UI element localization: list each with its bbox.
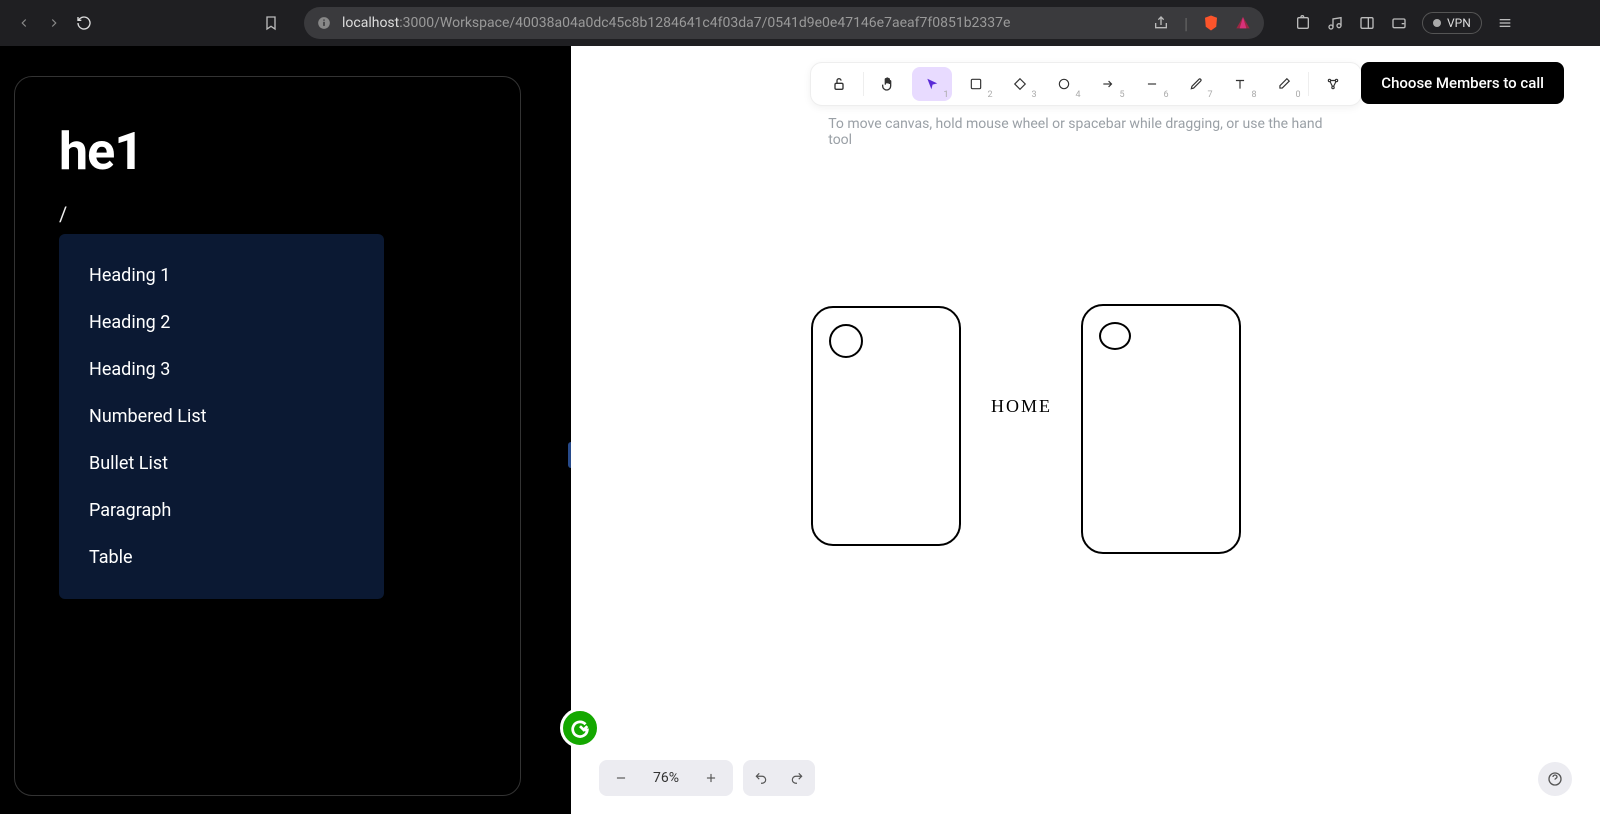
- choose-members-button[interactable]: Choose Members to call: [1361, 62, 1564, 104]
- lock-tool[interactable]: [819, 67, 859, 101]
- zoom-in-button[interactable]: [693, 760, 729, 796]
- canvas-pane[interactable]: 1 2 3 4 5 6 7: [571, 46, 1600, 814]
- forward-button[interactable]: [46, 15, 62, 31]
- canvas-toolbar: 1 2 3 4 5 6 7: [810, 62, 1362, 106]
- sketch-home-label[interactable]: HOME: [991, 396, 1052, 417]
- undo-redo-group: [743, 760, 815, 796]
- brave-shield-icon[interactable]: [1202, 14, 1220, 32]
- grammarly-badge[interactable]: [560, 708, 600, 748]
- canvas-hint: To move canvas, hold mouse wheel or spac…: [828, 116, 1343, 148]
- diamond-tool[interactable]: 3: [1000, 67, 1040, 101]
- brave-rewards-icon[interactable]: [1234, 14, 1252, 32]
- select-hotkey: 1: [943, 90, 948, 100]
- address-text: localhost:3000/Workspace/40038a04a0dc45c…: [342, 15, 1010, 31]
- zoom-group: 76%: [599, 760, 733, 796]
- reload-button[interactable]: [76, 15, 92, 31]
- block-menu-heading-1[interactable]: Heading 1: [59, 252, 384, 299]
- circle-tool[interactable]: 4: [1044, 67, 1084, 101]
- bookmark-icon[interactable]: [262, 14, 280, 32]
- diamond-hotkey: 3: [1031, 90, 1036, 100]
- menu-button[interactable]: [1496, 14, 1514, 32]
- zoom-bar: 76%: [599, 760, 815, 796]
- sketch-phone-2[interactable]: [1081, 304, 1241, 554]
- undo-button[interactable]: [743, 760, 779, 796]
- redo-button[interactable]: [779, 760, 815, 796]
- note-pane: he1 / Heading 1 Heading 2 Heading 3 Numb…: [0, 46, 571, 814]
- extension-icons: VPN: [1294, 12, 1514, 34]
- slash-command-input[interactable]: /: [59, 202, 476, 226]
- arrow-tool[interactable]: 5: [1088, 67, 1128, 101]
- sketch-phone-1[interactable]: [811, 306, 961, 546]
- sketch-camera-2: [1099, 322, 1131, 350]
- url-host: localhost: [342, 15, 399, 31]
- block-menu-heading-2[interactable]: Heading 2: [59, 299, 384, 346]
- main-area: he1 / Heading 1 Heading 2 Heading 3 Numb…: [0, 46, 1600, 814]
- draw-hotkey: 7: [1207, 90, 1212, 100]
- block-menu-numbered-list[interactable]: Numbered List: [59, 393, 384, 440]
- rectangle-tool[interactable]: 2: [956, 67, 996, 101]
- sidebar-icon[interactable]: [1358, 14, 1376, 32]
- url-path: :3000/Workspace/40038a04a0dc45c8b1284641…: [399, 15, 1010, 31]
- share-icon[interactable]: [1152, 14, 1170, 32]
- extensions-icon[interactable]: [1294, 14, 1312, 32]
- address-bar[interactable]: localhost:3000/Workspace/40038a04a0dc45c…: [304, 7, 1264, 39]
- note-title[interactable]: he1: [59, 121, 476, 182]
- zoom-value[interactable]: 76%: [639, 770, 693, 786]
- vpn-label: VPN: [1447, 16, 1471, 30]
- browser-bar: localhost:3000/Workspace/40038a04a0dc45c…: [0, 0, 1600, 46]
- note-panel[interactable]: he1 / Heading 1 Heading 2 Heading 3 Numb…: [14, 76, 521, 796]
- address-actions: |: [1152, 14, 1252, 33]
- sketch-camera-1: [829, 324, 863, 358]
- nav-buttons: [16, 15, 92, 31]
- select-tool[interactable]: 1: [912, 67, 952, 101]
- draw-tool[interactable]: 7: [1176, 67, 1216, 101]
- vpn-status-dot: [1433, 19, 1441, 27]
- eraser-tool[interactable]: 0: [1264, 67, 1304, 101]
- back-button[interactable]: [16, 15, 32, 31]
- arrow-hotkey: 5: [1119, 90, 1124, 100]
- help-button[interactable]: [1538, 762, 1572, 796]
- block-menu-bullet-list[interactable]: Bullet List: [59, 440, 384, 487]
- zoom-out-button[interactable]: [603, 760, 639, 796]
- line-hotkey: 6: [1163, 90, 1168, 100]
- text-hotkey: 8: [1251, 90, 1256, 100]
- circle-hotkey: 4: [1075, 90, 1080, 100]
- hand-tool[interactable]: [868, 67, 908, 101]
- rect-hotkey: 2: [987, 90, 992, 100]
- vpn-button[interactable]: VPN: [1422, 12, 1482, 34]
- text-tool[interactable]: 8: [1220, 67, 1260, 101]
- block-menu-heading-3[interactable]: Heading 3: [59, 346, 384, 393]
- eraser-hotkey: 0: [1295, 90, 1300, 100]
- block-type-menu: Heading 1 Heading 2 Heading 3 Numbered L…: [59, 234, 384, 599]
- block-menu-table[interactable]: Table: [59, 534, 384, 581]
- site-info-icon[interactable]: [316, 15, 332, 31]
- wallet-icon[interactable]: [1390, 14, 1408, 32]
- music-icon[interactable]: [1326, 14, 1344, 32]
- line-tool[interactable]: 6: [1132, 67, 1172, 101]
- canvas-drawing[interactable]: HOME: [801, 246, 1521, 586]
- block-menu-paragraph[interactable]: Paragraph: [59, 487, 384, 534]
- frame-tool[interactable]: [1313, 67, 1353, 101]
